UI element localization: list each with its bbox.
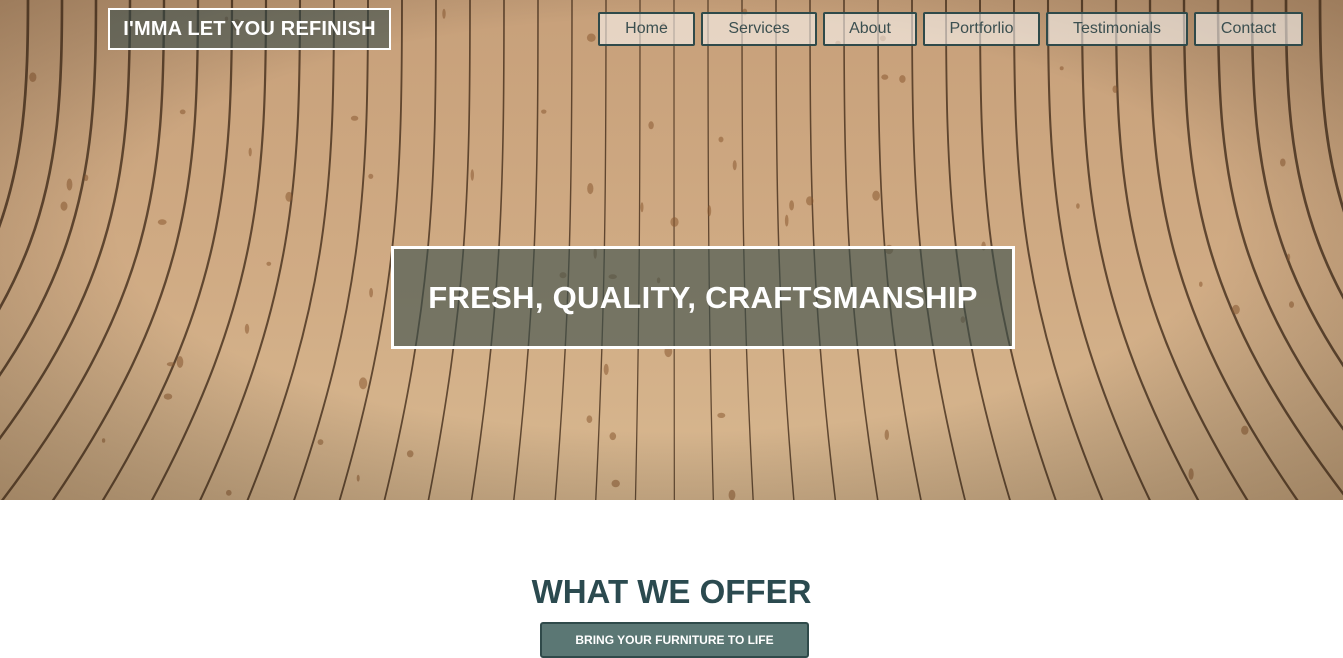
- nav-testimonials-button[interactable]: Testimonials: [1046, 12, 1188, 46]
- hero-tagline: FRESH, QUALITY, CRAFTSMANSHIP: [391, 246, 1015, 349]
- nav-services-button[interactable]: Services: [701, 12, 817, 46]
- hero-section: I'MMA LET YOU REFINISH Home Services Abo…: [0, 0, 1343, 500]
- section-title-what-we-offer: WHAT WE OFFER: [531, 573, 812, 610]
- nav-portfolio-button[interactable]: Portforlio: [923, 12, 1040, 46]
- bring-furniture-to-life-button[interactable]: BRING YOUR FURNITURE TO LIFE: [540, 622, 809, 658]
- main-nav: Home Services About Portforlio Testimoni…: [598, 12, 1303, 46]
- nav-contact-button[interactable]: Contact: [1194, 12, 1303, 46]
- site-logo[interactable]: I'MMA LET YOU REFINISH: [108, 8, 391, 50]
- nav-home-button[interactable]: Home: [598, 12, 695, 46]
- nav-about-button[interactable]: About: [823, 12, 917, 46]
